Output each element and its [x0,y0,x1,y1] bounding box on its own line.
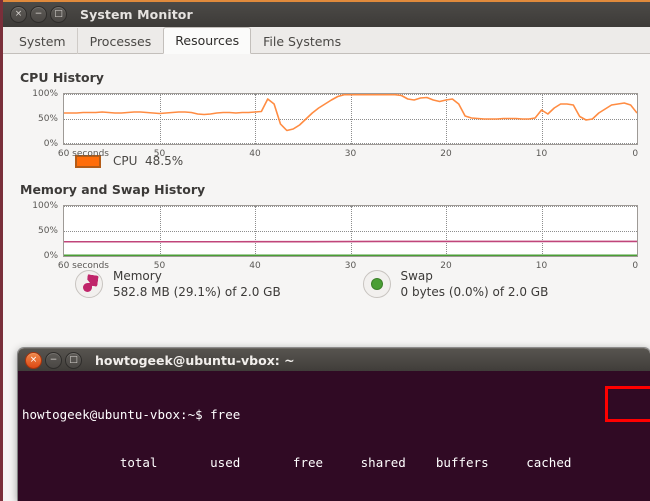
y-axis-tick-label: 50% [37,226,58,236]
close-icon[interactable]: × [10,6,27,23]
memory-legend-item: Memory 582.8 MB (29.1%) of 2.0 GB [75,269,363,301]
minimize-icon[interactable]: − [30,6,47,23]
tab-file-systems[interactable]: File Systems [251,28,353,54]
x-axis-tick-label: 60 seconds [57,149,109,159]
tab-resources[interactable]: Resources [163,27,252,54]
x-axis-tick-label: 30 [344,149,357,159]
memory-swap-history-title: Memory and Swap History [20,182,206,197]
memory-swap-graph-wrap: 0% 50% 100% 60 seconds 50 40 30 20 10 0 [3,201,650,271]
memory-legend-label: Memory [113,269,162,283]
tab-processes[interactable]: Processes [78,28,164,54]
system-monitor-titlebar: × − □ System Monitor [3,0,650,27]
y-axis-tick-label: 100% [32,89,58,99]
minimize-icon[interactable]: − [45,351,62,369]
swap-legend-item: Swap 0 bytes (0.0%) of 2.0 GB [362,269,650,301]
cpu-legend-name: CPU [113,154,138,168]
close-icon[interactable]: × [25,351,42,369]
x-axis-tick-label: 10 [535,149,548,159]
cpu-history-graph: 0% 50% 100% 60 seconds 50 40 30 20 10 0 [32,89,638,159]
swap-dot-icon [362,270,391,298]
x-axis-tick-label: 30 [344,261,357,271]
terminal-titlebar: × − □ howtogeek@ubuntu-vbox: ~ [18,348,650,371]
series-line-cpu [64,94,637,132]
window-title: System Monitor [80,7,193,22]
chart-series-layer [64,240,637,256]
cpu-history-title: CPU History [20,70,104,85]
y-axis-tick-label: 0% [43,251,58,261]
memory-pie-icon [75,270,103,298]
maximize-icon[interactable]: □ [65,351,82,369]
terminal-output[interactable]: howtogeek@ubuntu-vbox:~$ free total used… [18,371,650,501]
x-axis-tick-label: 0 [632,149,639,159]
chart-series-layer [64,94,637,132]
y-axis-tick-label: 100% [32,201,58,211]
x-axis-tick-label: 60 seconds [57,261,109,271]
x-axis-tick-label: 10 [535,261,548,271]
x-axis-tick-label: 20 [440,149,452,159]
x-axis-tick-label: 20 [440,261,452,271]
memory-swap-legend: Memory 582.8 MB (29.1%) of 2.0 GB Swap 0… [3,269,650,301]
terminal-window: × − □ howtogeek@ubuntu-vbox: ~ howtogeek… [18,348,650,501]
swap-legend-label: Swap [400,269,433,283]
y-axis-tick-label: 0% [43,139,58,149]
tab-bar: System Processes Resources File Systems [3,27,650,54]
x-axis-tick-label: 40 [249,261,261,271]
x-axis-tick-label: 40 [249,149,261,159]
cpu-history-graph-wrap: 0% 50% 100% 60 seconds 50 40 30 20 10 0 [3,89,650,159]
maximize-icon[interactable]: □ [50,6,67,23]
swap-legend-value: 0 bytes (0.0%) of 2.0 GB [400,285,549,299]
x-axis-tick-label: 0 [632,261,639,271]
terminal-line: total used free shared buffers cached [22,455,572,470]
window-controls: × − □ [10,6,67,23]
memory-swap-history-graph: 0% 50% 100% 60 seconds 50 40 30 20 10 0 [32,201,638,271]
x-axis-tick-label: 50 [153,149,166,159]
cpu-legend-label: CPU 48.5% [113,154,183,168]
terminal-line: howtogeek@ubuntu-vbox:~$ free [22,407,241,422]
x-axis-tick-label: 50 [153,261,166,271]
y-axis-tick-label: 50% [37,114,58,124]
terminal-window-controls: × − □ [25,351,82,369]
tab-system[interactable]: System [7,28,78,54]
terminal-window-title: howtogeek@ubuntu-vbox: ~ [95,352,295,368]
memory-legend-value: 582.8 MB (29.1%) of 2.0 GB [113,285,281,299]
